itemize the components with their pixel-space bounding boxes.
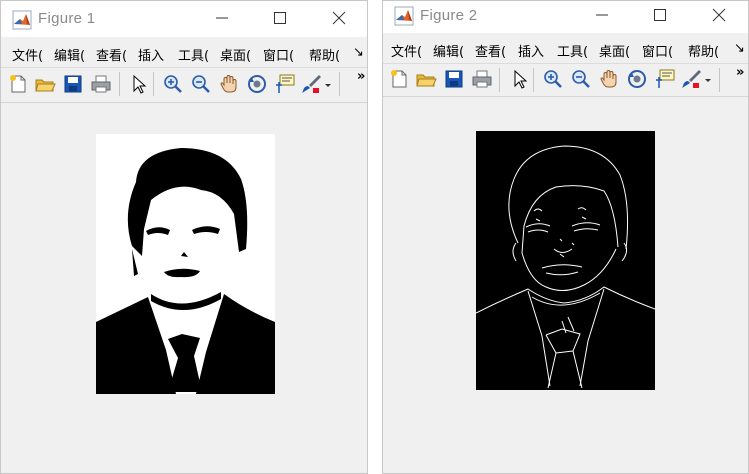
menu-overflow-icon[interactable]: ↘ <box>353 45 364 60</box>
pan-hand-icon[interactable] <box>598 68 620 90</box>
toolbar-separator <box>719 68 720 92</box>
zoom-out-icon[interactable] <box>190 73 212 95</box>
menu-overflow-icon[interactable]: ↘ <box>734 41 745 56</box>
title-bar[interactable]: Figure 1 <box>1 1 367 37</box>
toolbar-separator <box>339 72 340 96</box>
figure-canvas <box>1 103 367 473</box>
minimize-icon[interactable] <box>212 8 232 28</box>
toolbar-separator <box>533 68 534 92</box>
menu-help[interactable]: 帮助( <box>688 41 719 60</box>
open-file-icon[interactable] <box>415 68 437 90</box>
maximize-icon[interactable] <box>650 5 670 25</box>
new-figure-icon[interactable] <box>388 68 410 90</box>
menu-desktop[interactable]: 桌面( <box>220 45 251 64</box>
toolbar-separator <box>119 72 120 96</box>
close-icon[interactable] <box>329 8 349 28</box>
brush-icon[interactable] <box>680 68 702 90</box>
rotate-3d-icon[interactable] <box>246 73 268 95</box>
close-icon[interactable] <box>709 5 729 25</box>
menu-view[interactable]: 查看( <box>96 45 127 64</box>
figure-canvas <box>383 97 748 473</box>
new-figure-icon[interactable] <box>7 73 29 95</box>
menu-help[interactable]: 帮助( <box>309 45 340 64</box>
brush-icon[interactable] <box>300 73 322 95</box>
toolbar-overflow-icon[interactable]: » <box>357 69 365 84</box>
minimize-icon[interactable] <box>592 5 612 25</box>
save-icon[interactable] <box>62 73 84 95</box>
window-title: Figure 2 <box>420 7 478 24</box>
select-arrow-icon[interactable] <box>128 73 150 95</box>
menu-desktop[interactable]: 桌面( <box>599 41 630 60</box>
window-title: Figure 1 <box>38 10 96 27</box>
select-arrow-icon[interactable] <box>509 68 531 90</box>
menu-edit[interactable]: 编辑( <box>54 45 85 64</box>
zoom-in-icon[interactable] <box>162 73 184 95</box>
menu-window[interactable]: 窗口( <box>263 45 294 64</box>
zoom-in-icon[interactable] <box>542 68 564 90</box>
menu-bar: 文件( 编辑( 查看( 插入 工具( 桌面( 窗口( 帮助( ↘ <box>383 35 748 64</box>
chevron-down-icon[interactable] <box>703 68 713 90</box>
rotate-3d-icon[interactable] <box>626 68 648 90</box>
data-cursor-icon[interactable] <box>274 73 296 95</box>
menu-bar: 文件( 编辑( 查看( 插入 工具( 桌面( 窗口( 帮助( ↘ <box>1 39 367 68</box>
maximize-icon[interactable] <box>270 8 290 28</box>
binary-portrait-image <box>96 134 275 394</box>
save-icon[interactable] <box>443 68 465 90</box>
toolbar-separator <box>499 68 500 92</box>
print-icon[interactable] <box>471 68 493 90</box>
toolbar-separator <box>153 72 154 96</box>
pan-hand-icon[interactable] <box>218 73 240 95</box>
menu-window[interactable]: 窗口( <box>642 41 673 60</box>
toolbar: » <box>1 68 367 103</box>
open-file-icon[interactable] <box>34 73 56 95</box>
toolbar-overflow-icon[interactable]: » <box>736 65 744 80</box>
menu-tools[interactable]: 工具( <box>178 45 209 64</box>
menu-edit[interactable]: 编辑( <box>433 41 464 60</box>
menu-file[interactable]: 文件( <box>391 41 422 60</box>
figure-window-1: Figure 1 文件( 编辑( 查看( 插入 工具( 桌面( 窗口( 帮助( … <box>0 0 368 474</box>
menu-file[interactable]: 文件( <box>12 45 43 64</box>
print-icon[interactable] <box>90 73 112 95</box>
chevron-down-icon[interactable] <box>323 73 333 95</box>
figure-window-2: Figure 2 文件( 编辑( 查看( 插入 工具( 桌面( 窗口( 帮助( … <box>382 0 749 474</box>
data-cursor-icon[interactable] <box>654 68 676 90</box>
menu-insert[interactable]: 插入 <box>138 45 164 64</box>
edge-portrait-image <box>476 131 655 390</box>
matlab-logo-icon <box>12 10 32 30</box>
title-bar[interactable]: Figure 2 <box>383 1 748 33</box>
matlab-logo-icon <box>394 6 414 26</box>
menu-view[interactable]: 查看( <box>475 41 506 60</box>
toolbar: » <box>383 64 748 97</box>
menu-tools[interactable]: 工具( <box>557 41 588 60</box>
menu-insert[interactable]: 插入 <box>518 41 544 60</box>
zoom-out-icon[interactable] <box>570 68 592 90</box>
